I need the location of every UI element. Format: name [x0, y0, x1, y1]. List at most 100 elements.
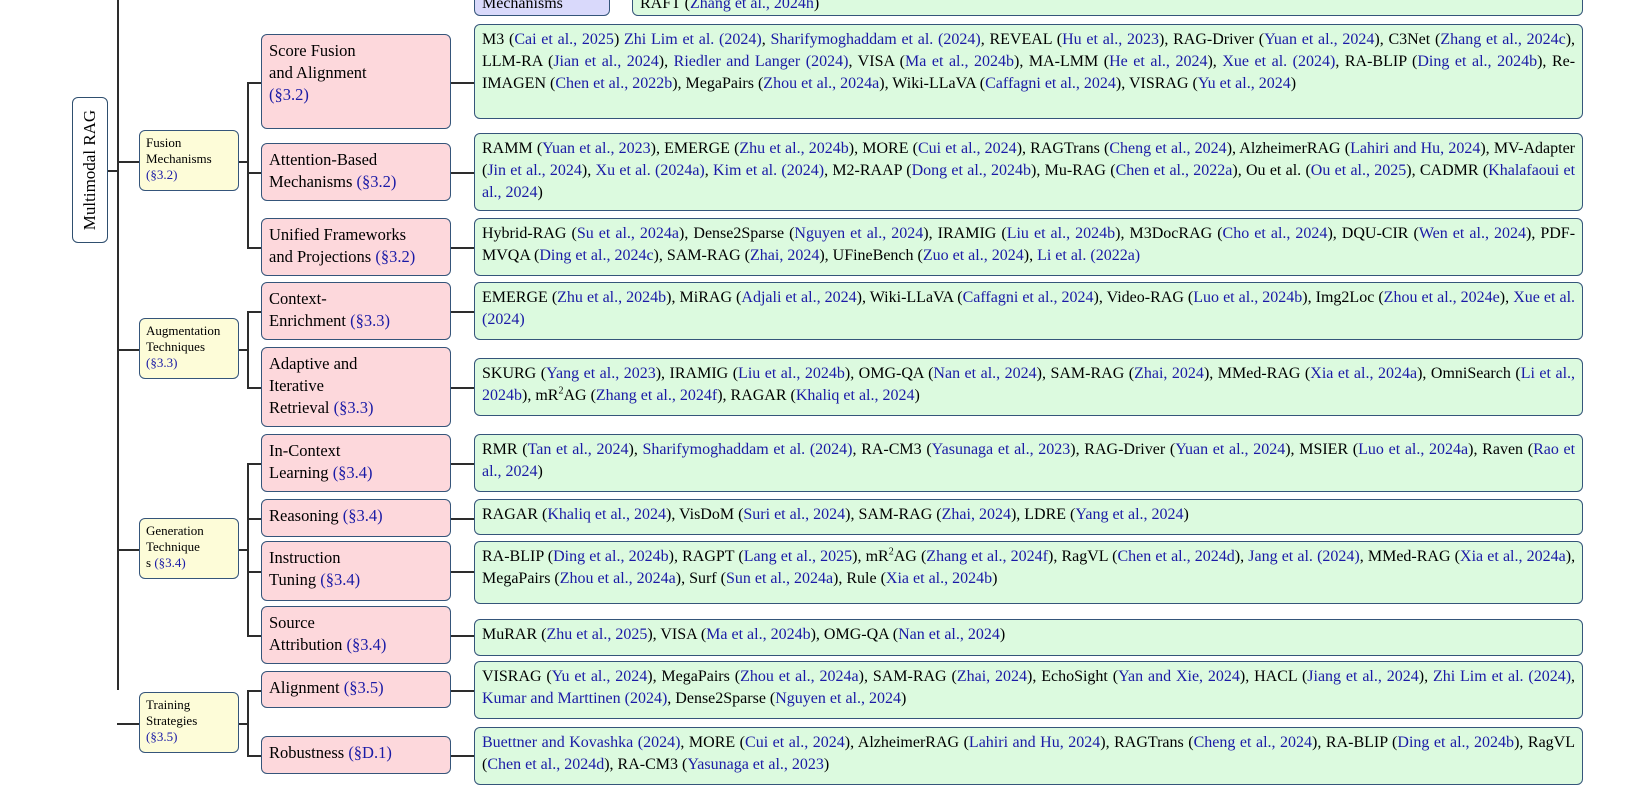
- citation-link[interactable]: Zhai, 2024: [942, 506, 1011, 523]
- citation-link[interactable]: Nguyen et al., 2024: [794, 225, 923, 242]
- citation-link[interactable]: Zhou et al., 2024a: [740, 668, 859, 685]
- citation-link[interactable]: Riedler and Langer (2024): [674, 53, 849, 70]
- citation-link[interactable]: Nan et al., 2024: [933, 365, 1036, 382]
- citation-link[interactable]: Yang et al., 2023: [546, 365, 656, 382]
- citation-link[interactable]: Cui et al., 2024: [745, 734, 845, 751]
- citation-link[interactable]: Kim et al. (2024): [713, 162, 824, 179]
- citation-link[interactable]: Li et al. (2022a): [1037, 247, 1140, 264]
- citation-link[interactable]: Zhang et al., 2024h: [690, 0, 814, 12]
- citation-link[interactable]: Zhou et al., 2024a: [560, 570, 676, 587]
- citation-link[interactable]: Zhai, 2024: [1134, 365, 1204, 382]
- citation-link[interactable]: Wen et al., 2024: [1419, 225, 1526, 242]
- citation-link[interactable]: Liu et al., 2024b: [738, 365, 845, 382]
- citation-link[interactable]: Zhu et al., 2025: [546, 626, 647, 643]
- section-ref[interactable]: (§3.2): [375, 247, 415, 266]
- section-ref[interactable]: (§3.5): [344, 678, 384, 697]
- citation-link[interactable]: Ma et al., 2024b: [706, 626, 810, 643]
- citation-link[interactable]: Lang et al., 2025: [744, 548, 852, 565]
- citation-link[interactable]: Sharifymoghaddam et al. (2024): [770, 31, 980, 48]
- citation-link[interactable]: Xia et al., 2024a: [1310, 365, 1417, 382]
- citation-link[interactable]: Yu et al., 2024: [552, 668, 647, 685]
- citation-link[interactable]: Zhai, 2024: [750, 247, 819, 264]
- citation-link[interactable]: Suri et al., 2024: [743, 506, 845, 523]
- citation-link[interactable]: Jian et al., 2024: [553, 53, 658, 70]
- citation-link[interactable]: Yasunaga et al., 2023: [932, 441, 1071, 458]
- citation-link[interactable]: Xia et al., 2024b: [886, 570, 992, 587]
- citation-link[interactable]: Chen et al., 2024d: [487, 756, 604, 773]
- citation-link[interactable]: Lahiri and Hu, 2024: [969, 734, 1100, 751]
- citation-link[interactable]: Khaliq et al., 2024: [796, 387, 915, 404]
- citation-link[interactable]: Cheng et al., 2024: [1109, 140, 1226, 157]
- citation-link[interactable]: Zuo et al., 2024: [923, 247, 1024, 264]
- section-ref[interactable]: (§3.4): [154, 555, 185, 570]
- citation-link[interactable]: Zhu et al., 2024b: [557, 289, 666, 306]
- citation-link[interactable]: Zhi Lim et al. (2024): [1433, 668, 1571, 685]
- citation-link[interactable]: Cho et al., 2024: [1223, 225, 1328, 242]
- citation-link[interactable]: Cai et al., 2025: [514, 31, 614, 48]
- citation-link[interactable]: Yuan et al., 2023: [542, 140, 650, 157]
- section-ref[interactable]: (§3.2): [357, 172, 397, 191]
- citation-link[interactable]: Su et al., 2024a: [577, 225, 679, 242]
- citation-link[interactable]: Xia et al., 2024a: [1460, 548, 1566, 565]
- citation-link[interactable]: Yuan et al., 2024: [1264, 31, 1374, 48]
- citation-link[interactable]: Caffagni et al., 2024: [985, 75, 1116, 92]
- citation-link[interactable]: Kumar and Marttinen (2024): [482, 690, 667, 707]
- citation-link[interactable]: Cheng et al., 2024: [1194, 734, 1312, 751]
- citation-link[interactable]: Buettner and Kovashka (2024): [482, 734, 680, 751]
- citation-link[interactable]: Nguyen et al., 2024: [775, 690, 901, 707]
- citation-link[interactable]: Zhu et al., 2024b: [739, 140, 848, 157]
- citation-link[interactable]: Luo et al., 2024a: [1358, 441, 1468, 458]
- citation-link[interactable]: Yuan et al., 2024: [1175, 441, 1285, 458]
- citation-link[interactable]: Hu et al., 2023: [1062, 31, 1159, 48]
- citation-link[interactable]: Ding et al., 2024b: [1397, 734, 1514, 751]
- section-ref[interactable]: (§3.3): [350, 311, 390, 330]
- citation-link[interactable]: Zhou et al., 2024e: [1384, 289, 1500, 306]
- citation-link[interactable]: Chen et al., 2022b: [555, 75, 672, 92]
- citation-link[interactable]: Jin et al., 2024: [487, 162, 582, 179]
- citation-link[interactable]: Ou et al., 2025: [1311, 162, 1406, 179]
- citation-link[interactable]: He et al., 2024: [1109, 53, 1207, 70]
- citation-link[interactable]: Ding et al., 2024b: [1417, 53, 1537, 70]
- citation-link[interactable]: Zhi Lim et al. (2024): [624, 31, 762, 48]
- section-ref[interactable]: (§3.4): [320, 570, 360, 589]
- citation-link[interactable]: Yang et al., 2024: [1075, 506, 1183, 523]
- citation-link[interactable]: Jang et al. (2024): [1248, 548, 1360, 565]
- citation-link[interactable]: Cui et al., 2024: [918, 140, 1017, 157]
- citation-link[interactable]: Luo et al., 2024b: [1193, 289, 1302, 306]
- section-ref[interactable]: (§3.5): [146, 729, 177, 744]
- citation-link[interactable]: Ding et al., 2024b: [553, 548, 669, 565]
- citation-link[interactable]: Liu et al., 2024b: [1007, 225, 1115, 242]
- citation-link[interactable]: Yu et al., 2024: [1198, 75, 1291, 92]
- citation-link[interactable]: Dong et al., 2024b: [912, 162, 1031, 179]
- section-ref[interactable]: (§3.2): [269, 85, 309, 104]
- citation-link[interactable]: Adjali et al., 2024: [741, 289, 856, 306]
- citation-link[interactable]: Zhang et al., 2024f: [596, 387, 717, 404]
- citation-link[interactable]: Tan et al., 2024: [528, 441, 629, 458]
- section-ref[interactable]: (§3.3): [146, 355, 177, 370]
- citation-link[interactable]: Lahiri and Hu, 2024: [1350, 140, 1480, 157]
- section-ref[interactable]: (§3.3): [334, 398, 374, 417]
- citation-link[interactable]: Zhang et al., 2024c: [1440, 31, 1565, 48]
- citation-link[interactable]: Yasunaga et al., 2023: [687, 756, 824, 773]
- citation-link[interactable]: Caffagni et al., 2024: [963, 289, 1094, 306]
- section-ref[interactable]: (§D.1): [348, 743, 392, 762]
- citation-link[interactable]: Zhou et al., 2024a: [763, 75, 879, 92]
- citation-link[interactable]: Ding et al., 2024c: [539, 247, 653, 264]
- citation-link[interactable]: Nan et al., 2024: [898, 626, 1000, 643]
- citation-link[interactable]: Xue et al. (2024): [1222, 53, 1335, 70]
- section-ref[interactable]: (§3.2): [146, 167, 177, 182]
- citation-link[interactable]: Yan and Xie, 2024: [1118, 668, 1240, 685]
- section-ref[interactable]: (§3.4): [346, 635, 386, 654]
- citation-link[interactable]: Xu et al. (2024a): [596, 162, 705, 179]
- citation-link[interactable]: Jiang et al., 2024: [1307, 668, 1418, 685]
- citation-link[interactable]: Sharifymoghaddam et al. (2024): [643, 441, 853, 458]
- citation-link[interactable]: Khaliq et al., 2024: [547, 506, 666, 523]
- citation-link[interactable]: Chen et al., 2024d: [1117, 548, 1234, 565]
- section-ref[interactable]: (§3.4): [343, 506, 383, 525]
- citation-link[interactable]: Ma et al., 2024b: [905, 53, 1014, 70]
- citation-link[interactable]: Chen et al., 2022a: [1116, 162, 1233, 179]
- citation-link[interactable]: Zhai, 2024: [957, 668, 1027, 685]
- citation-link[interactable]: Zhang et al., 2024f: [926, 548, 1048, 565]
- section-ref[interactable]: (§3.4): [333, 463, 373, 482]
- citation-link[interactable]: Sun et al., 2024a: [726, 570, 833, 587]
